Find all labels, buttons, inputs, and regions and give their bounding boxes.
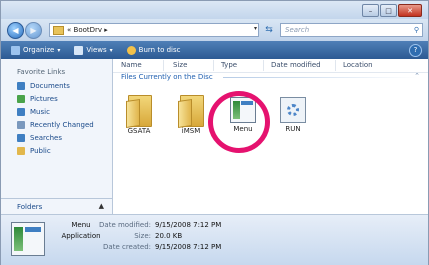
chevron-up-icon: ▲ [98, 202, 104, 210]
address-arrow[interactable]: ▸ [104, 26, 108, 34]
recently-changed-icon [17, 120, 25, 129]
burn-disc-icon [126, 45, 136, 55]
address-dropdown-icon[interactable]: ▾ [254, 25, 257, 32]
highlight-circle [208, 91, 270, 153]
column-date-modified[interactable]: Date modified [271, 61, 321, 69]
refresh-icon[interactable]: ⇆ [261, 23, 277, 37]
help-icon[interactable]: ? [409, 44, 422, 57]
file-item-gsata[interactable]: GSATA [113, 95, 165, 135]
folders-label: Folders [17, 202, 43, 211]
column-divider[interactable] [263, 60, 264, 71]
application-icon [11, 222, 45, 256]
nav-item-documents[interactable]: Documents [1, 79, 112, 92]
organize-button[interactable]: Organize ▾ [7, 45, 64, 55]
nav-item-label: Public [30, 146, 51, 155]
nav-item-label: Searches [30, 133, 63, 142]
details-modified-label: Date modified: [99, 221, 151, 229]
details-size-label: Size: [134, 232, 151, 240]
column-type[interactable]: Type [221, 61, 237, 69]
column-divider[interactable] [335, 60, 336, 71]
address-chevron: « [67, 26, 72, 34]
file-name: GSATA [127, 127, 151, 135]
organize-icon [11, 45, 20, 55]
file-name: RUN [285, 125, 301, 133]
documents-icon [17, 81, 25, 90]
nav-item-label: Music [30, 107, 50, 116]
group-header[interactable]: Files Currently on the Disc [121, 73, 213, 81]
search-input[interactable]: Search ⚲ [280, 23, 423, 37]
navigation-pane: Favorite Links Documents Pictures Music … [1, 59, 113, 214]
nav-item-label: Pictures [30, 94, 58, 103]
pictures-icon [17, 94, 25, 103]
gear-icon [280, 97, 306, 123]
back-button[interactable]: ◀ [7, 22, 24, 39]
explorer-window: – □ ✕ ◀ ▶ « BootDrv ▸ ▾ ⇆ Search ⚲ Organ… [0, 0, 429, 265]
maximize-button[interactable]: □ [380, 4, 397, 17]
nav-item-recently-changed[interactable]: Recently Changed [1, 118, 112, 131]
forward-button[interactable]: ▶ [25, 22, 42, 39]
nav-item-music[interactable]: Music [1, 105, 112, 118]
views-icon [74, 45, 84, 55]
column-header-row: Name Size Type Date modified Location [113, 59, 428, 73]
minimize-button[interactable]: – [362, 4, 379, 17]
burn-label: Burn to disc [138, 46, 181, 54]
details-created-label: Date created: [103, 243, 151, 251]
details-pane: Menu Application Date modified: 9/15/200… [1, 214, 428, 265]
group-divider [223, 77, 418, 78]
details-size-value: 20.0 KB [155, 232, 183, 240]
command-bar: Organize ▾ Views ▾ Burn to disc ? [1, 41, 428, 59]
views-label: Views [86, 46, 107, 54]
folder-icon [178, 95, 204, 128]
organize-label: Organize [23, 46, 55, 54]
nav-item-label: Recently Changed [30, 120, 94, 129]
address-path[interactable]: BootDrv [74, 26, 103, 34]
column-size[interactable]: Size [173, 61, 187, 69]
music-icon [17, 107, 25, 116]
address-row: ◀ ▶ « BootDrv ▸ ▾ ⇆ Search ⚲ [1, 19, 428, 41]
public-folder-icon [17, 146, 25, 155]
file-item-run[interactable]: RUN [267, 95, 319, 133]
chevron-up-icon[interactable]: ⌃ [414, 72, 420, 80]
file-list: Name Size Type Date modified Location Fi… [113, 59, 428, 214]
details-modified-value: 9/15/2008 7:12 PM [155, 221, 222, 229]
nav-item-pictures[interactable]: Pictures [1, 92, 112, 105]
column-divider[interactable] [213, 60, 214, 71]
folder-icon [126, 95, 152, 128]
searches-icon [17, 133, 25, 142]
burn-button[interactable]: Burn to disc [123, 45, 185, 55]
nav-item-public[interactable]: Public [1, 144, 112, 157]
favorite-links-heading: Favorite Links [17, 68, 66, 76]
details-created-value: 9/15/2008 7:12 PM [155, 243, 222, 251]
folders-toggle[interactable]: Folders ▲ [1, 198, 112, 214]
search-icon[interactable]: ⚲ [414, 24, 419, 36]
views-button[interactable]: Views ▾ [70, 45, 116, 55]
window-controls: – □ ✕ [361, 4, 422, 17]
address-bar[interactable]: « BootDrv ▸ ▾ [49, 23, 259, 37]
column-divider[interactable] [163, 60, 164, 71]
folder-icon [53, 25, 64, 35]
search-placeholder: Search [285, 26, 310, 34]
nav-item-label: Documents [30, 81, 70, 90]
column-name[interactable]: Name [121, 61, 142, 69]
column-location[interactable]: Location [343, 61, 373, 69]
title-bar: – □ ✕ [1, 1, 428, 19]
nav-item-searches[interactable]: Searches [1, 131, 112, 144]
close-button[interactable]: ✕ [398, 4, 422, 17]
